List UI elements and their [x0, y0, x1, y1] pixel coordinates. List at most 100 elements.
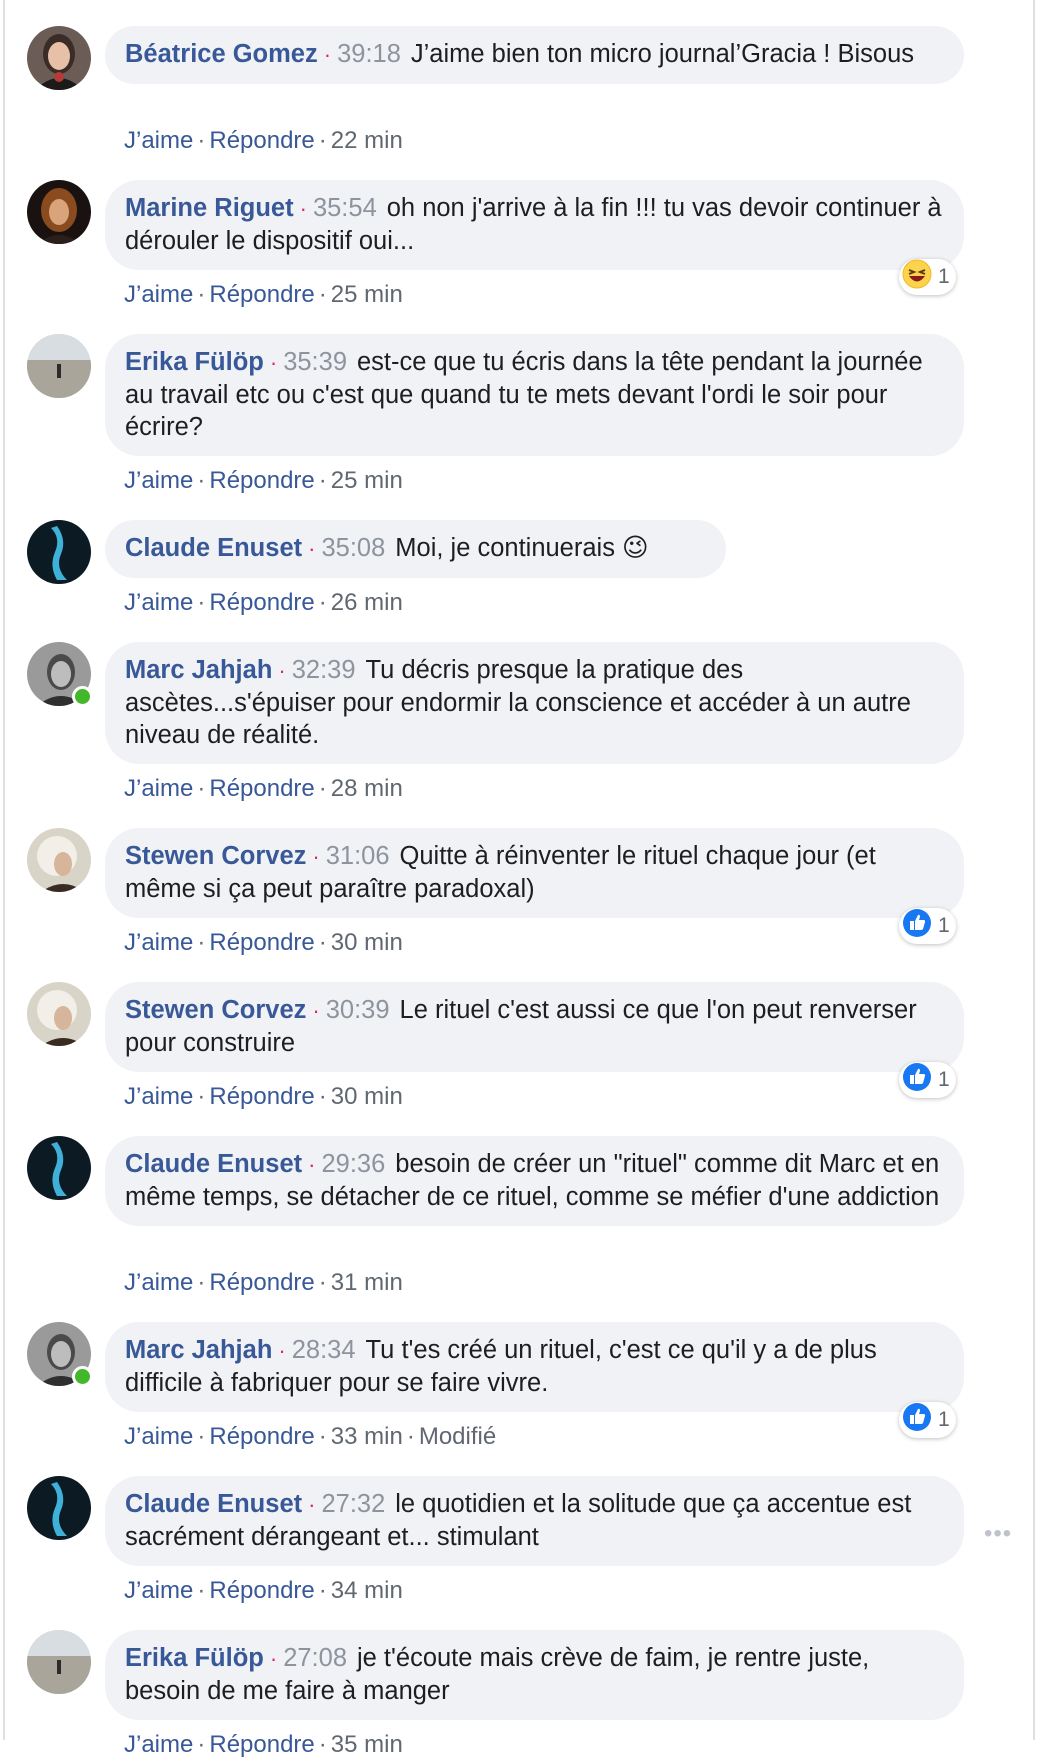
reply-link[interactable]: Répondre — [209, 929, 314, 956]
separator-dot: · — [278, 1338, 286, 1363]
comment-age[interactable]: 25 min — [331, 467, 403, 494]
comment-actions: J’aime · Répondre · 35 min — [124, 1730, 403, 1760]
avatar[interactable] — [27, 520, 91, 584]
comment-age[interactable]: 30 min — [331, 929, 403, 956]
reply-link[interactable]: Répondre — [209, 1269, 314, 1296]
like-link[interactable]: J’aime — [124, 929, 193, 956]
separator-dot: · — [312, 844, 320, 869]
like-link[interactable]: J’aime — [124, 127, 193, 154]
separator: · — [197, 929, 206, 956]
like-link[interactable]: J’aime — [124, 467, 193, 494]
video-timestamp[interactable]: 39:18 — [337, 40, 401, 68]
author-name[interactable]: Stewen Corvez — [125, 842, 306, 870]
author-name[interactable]: Marc Jahjah — [125, 1336, 272, 1364]
comment-age[interactable]: 33 min — [331, 1423, 403, 1450]
separator-dot: · — [312, 998, 320, 1023]
separator: · — [318, 127, 327, 154]
separator: · — [197, 467, 206, 494]
avatar[interactable] — [27, 1476, 91, 1540]
comment-age[interactable]: 28 min — [331, 775, 403, 802]
comment-age[interactable]: 25 min — [331, 281, 403, 308]
comment-age[interactable]: 30 min — [331, 1083, 403, 1110]
video-timestamp[interactable]: 35:54 — [313, 194, 377, 222]
author-name[interactable]: Béatrice Gomez — [125, 40, 318, 68]
video-timestamp[interactable]: 35:39 — [283, 348, 347, 376]
reaction-badge[interactable]: 1 — [899, 1062, 956, 1098]
comment-bubble: Marc Jahjah · 32:39 Tu décris presque la pr… — [105, 642, 964, 764]
comment-bubble: Marine Riguet · 35:54 oh non j'arrive à la … — [105, 180, 964, 270]
reply-link[interactable]: Répondre — [209, 1577, 314, 1604]
separator: · — [318, 1731, 327, 1758]
avatar[interactable] — [27, 334, 91, 398]
reaction-badge[interactable]: 1 — [899, 259, 956, 295]
like-link[interactable]: J’aime — [124, 1083, 193, 1110]
separator-dot: · — [299, 196, 307, 221]
separator-dot: · — [269, 350, 278, 375]
comment-age[interactable]: 31 min — [331, 1269, 403, 1296]
comment-age[interactable]: 22 min — [331, 127, 403, 154]
avatar[interactable] — [27, 26, 91, 90]
comment-bubble: Béatrice Gomez · 39:18 J’aime bien ton micr… — [105, 26, 964, 84]
avatar[interactable] — [27, 642, 93, 707]
author-name[interactable]: Claude Enuset — [125, 1150, 302, 1178]
reaction-badge[interactable]: 1 — [899, 1402, 956, 1438]
comment-actions: J’aime · Répondre · 30 min — [124, 928, 403, 958]
video-timestamp[interactable]: 28:34 — [292, 1336, 356, 1364]
avatar[interactable] — [27, 180, 91, 244]
avatar[interactable] — [27, 1630, 91, 1694]
video-timestamp[interactable]: 29:36 — [321, 1150, 385, 1178]
author-name[interactable]: Stewen Corvez — [125, 996, 306, 1024]
video-timestamp[interactable]: 35:08 — [321, 534, 385, 562]
video-timestamp[interactable]: 30:39 — [326, 996, 390, 1024]
avatar[interactable] — [27, 1322, 93, 1387]
separator: · — [318, 1423, 327, 1450]
author-name[interactable]: Claude Enuset — [125, 534, 302, 562]
like-link[interactable]: J’aime — [124, 281, 193, 308]
author-name[interactable]: Claude Enuset — [125, 1490, 302, 1518]
reply-link[interactable]: Répondre — [209, 127, 314, 154]
edited-label[interactable]: Modifié — [419, 1423, 496, 1450]
comment-actions: J’aime · Répondre · 30 min — [124, 1082, 403, 1112]
reply-link[interactable]: Répondre — [209, 775, 314, 802]
reply-link[interactable]: Répondre — [209, 589, 314, 616]
like-link[interactable]: J’aime — [124, 1269, 193, 1296]
reply-link[interactable]: Répondre — [209, 1731, 314, 1758]
video-timestamp[interactable]: 27:32 — [321, 1490, 385, 1518]
video-timestamp[interactable]: 27:08 — [283, 1644, 347, 1672]
author-name[interactable]: Marc Jahjah — [125, 656, 272, 684]
like-link[interactable]: J’aime — [124, 1731, 193, 1758]
author-name[interactable]: Marine Riguet — [125, 194, 294, 222]
comment-age[interactable]: 35 min — [331, 1731, 403, 1758]
video-timestamp[interactable]: 32:39 — [292, 656, 356, 684]
comment-bubble: Stewen Corvez · 31:06 Quitte à réinventer l… — [105, 828, 964, 918]
comment-age[interactable]: 26 min — [331, 589, 403, 616]
reply-link[interactable]: Répondre — [209, 281, 314, 308]
like-link[interactable]: J’aime — [124, 1423, 193, 1450]
reply-link[interactable]: Répondre — [209, 1423, 314, 1450]
like-link[interactable]: J’aime — [124, 1577, 193, 1604]
reply-link[interactable]: Répondre — [209, 1083, 314, 1110]
comment-bubble: Claude Enuset · 29:36 besoin de créer un "r… — [105, 1136, 964, 1226]
separator: · — [197, 1269, 206, 1296]
video-timestamp[interactable]: 31:06 — [326, 842, 390, 870]
reaction-badge[interactable]: 1 — [899, 908, 956, 944]
like-link[interactable]: J’aime — [124, 589, 193, 616]
avatar[interactable] — [27, 1136, 91, 1200]
author-name[interactable]: Erika Fülöp — [125, 1644, 264, 1672]
separator: · — [197, 589, 206, 616]
author-name[interactable]: Erika Fülöp — [125, 348, 264, 376]
avatar[interactable] — [27, 828, 91, 892]
separator: · — [318, 1269, 327, 1296]
avatar[interactable] — [27, 982, 91, 1046]
like-link[interactable]: J’aime — [124, 775, 193, 802]
separator: · — [318, 281, 327, 308]
reply-link[interactable]: Répondre — [209, 467, 314, 494]
comment-bubble: Claude Enuset · 35:08 Moi, je continuerais … — [105, 520, 726, 578]
separator: · — [197, 1577, 206, 1604]
separator: · — [318, 1083, 327, 1110]
comment-bubble: Stewen Corvez · 30:39 Le rituel c'est aussi… — [105, 982, 964, 1072]
more-options-icon[interactable]: ••• — [984, 1520, 1012, 1548]
online-status-indicator — [72, 1366, 93, 1387]
comment-age[interactable]: 34 min — [331, 1577, 403, 1604]
comment-actions: J’aime · Répondre · 31 min — [124, 1268, 403, 1298]
